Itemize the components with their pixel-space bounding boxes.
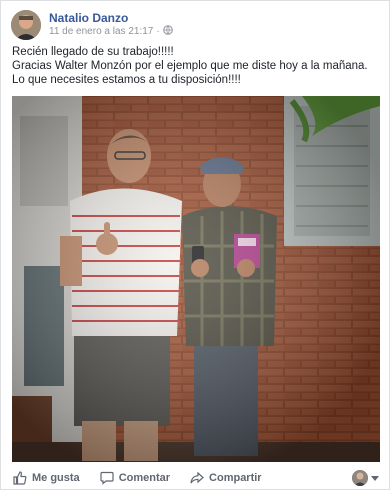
speech-bubble-icon [100,471,114,485]
post-header: Natalio Danzo 11 de enero a las 21:17 · [11,9,173,41]
post-actions: Me gusta Comentar Compartir [1,467,389,489]
caret-down-icon [371,469,379,487]
globe-icon [162,24,173,40]
viewer-avatar [352,470,368,486]
post-as-selector[interactable] [352,469,379,487]
post-text: Recién llegado de su trabajo!!!!! Gracia… [12,45,372,87]
comment-button[interactable]: Comentar [100,471,170,485]
post-text-line: Gracias Walter Monzón por el ejemplo que… [12,60,368,72]
post-photo[interactable] [12,96,380,462]
separator: · [156,26,160,37]
post-timestamp[interactable]: 11 de enero a las 21:17 [49,25,153,39]
post-text-line: Lo que necesites estamos a tu disposició… [12,74,241,86]
share-button[interactable]: Compartir [190,471,262,485]
share-label: Compartir [209,472,262,484]
author-avatar[interactable] [11,10,41,40]
thumbs-up-icon [13,471,27,485]
like-label: Me gusta [32,472,80,484]
like-button[interactable]: Me gusta [13,471,80,485]
post-subline: 11 de enero a las 21:17 · [49,24,173,40]
post-meta: Natalio Danzo 11 de enero a las 21:17 · [49,11,173,40]
share-arrow-icon [190,471,204,485]
comment-label: Comentar [118,472,171,484]
author-name[interactable]: Natalio Danzo [49,11,173,25]
facebook-post-card: Natalio Danzo 11 de enero a las 21:17 · … [0,0,390,490]
post-text-line: Recién llegado de su trabajo!!!!! [12,46,174,58]
